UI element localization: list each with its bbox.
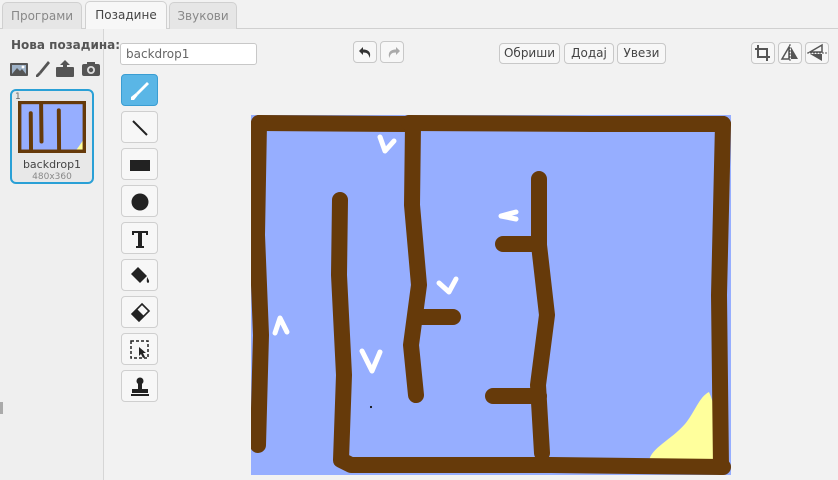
undo-icon <box>359 47 371 58</box>
line-tool[interactable] <box>121 111 158 143</box>
undo-button[interactable] <box>353 41 377 63</box>
new-backdrop-icons <box>9 59 105 79</box>
ellipse-icon <box>131 193 149 211</box>
brush-icon <box>131 82 149 100</box>
clear-button[interactable]: Обриши <box>499 43 560 64</box>
ellipse-tool[interactable] <box>121 185 158 217</box>
select-icon <box>130 340 149 359</box>
resize-handle[interactable] <box>0 402 3 414</box>
text-tool[interactable] <box>121 222 158 254</box>
tab-scripts[interactable]: Програми <box>2 2 82 29</box>
fill-tool[interactable] <box>121 259 158 291</box>
camera-icon[interactable] <box>81 59 101 79</box>
eraser-icon <box>130 302 151 323</box>
fill-icon <box>131 267 150 283</box>
stray-dot <box>369 405 373 409</box>
upload-icon[interactable] <box>55 59 75 79</box>
tab-bar: Програми Позадине Звукови <box>0 0 838 29</box>
eraser-tool[interactable] <box>121 296 158 328</box>
paintbrush-icon[interactable] <box>33 59 53 79</box>
tab-backdrops[interactable]: Позадине <box>85 1 167 29</box>
canvas-background <box>251 115 731 475</box>
stamp-tool[interactable] <box>121 370 158 402</box>
redo-button[interactable] <box>380 41 404 63</box>
rectangle-tool[interactable] <box>121 148 158 180</box>
crop-icon[interactable] <box>751 42 775 64</box>
backdrop-sidebar: Нова позадина: 1 backdrop1 480x360 <box>0 29 120 480</box>
image-icon[interactable] <box>9 59 29 79</box>
flip-horizontal-icon[interactable] <box>778 42 802 64</box>
backdrop-thumbnail-image <box>18 101 86 153</box>
flip-vertical-icon[interactable] <box>805 42 829 64</box>
paint-canvas[interactable] <box>251 115 731 475</box>
redo-icon <box>388 47 400 58</box>
stamp-icon <box>131 377 149 396</box>
text-icon <box>132 231 148 248</box>
brush-tool[interactable] <box>121 74 158 106</box>
rectangle-icon <box>130 160 150 171</box>
backdrop-name: backdrop1 <box>22 158 82 171</box>
backdrop-thumbnail-card[interactable]: 1 backdrop1 480x360 <box>10 89 94 184</box>
backdrop-size: 480x360 <box>32 172 72 182</box>
tab-sounds[interactable]: Звукови <box>169 2 237 29</box>
line-icon <box>132 120 148 136</box>
add-button[interactable]: Додај <box>564 43 614 64</box>
backdrop-name-field[interactable] <box>120 43 257 65</box>
new-backdrop-title: Нова позадина: <box>11 38 121 52</box>
import-button[interactable]: Увези <box>617 43 666 64</box>
select-tool[interactable] <box>121 333 158 365</box>
